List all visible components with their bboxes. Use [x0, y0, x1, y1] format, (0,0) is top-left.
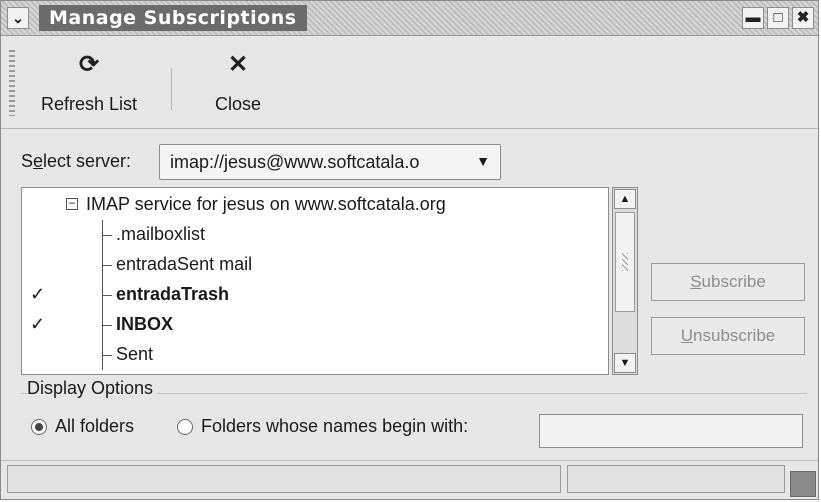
maximize-icon[interactable]: □	[767, 7, 789, 29]
select-server-label: Select server:	[21, 151, 131, 172]
server-dropdown[interactable]: imap://jesus@www.softcatala.o ▼	[159, 144, 501, 180]
select-server-label-pre: S	[21, 151, 34, 171]
close-button[interactable]: ✕ Close	[215, 50, 261, 115]
tree-row[interactable]: .mailboxlist	[22, 220, 608, 250]
tree-branch	[102, 295, 112, 296]
refresh-icon: ⟳	[78, 51, 100, 78]
resize-grip[interactable]	[790, 471, 816, 497]
subscribed-check-icon[interactable]: ✓	[30, 284, 45, 305]
toolbar-separator	[171, 68, 172, 110]
toolbar: ⟳ Refresh List ✕ Close	[1, 36, 818, 129]
status-panel-progress	[567, 465, 785, 493]
window-title: Manage Subscriptions	[39, 5, 307, 31]
toolbar-grip[interactable]	[9, 50, 15, 116]
select-server-label-post: lect server:	[43, 151, 132, 171]
collapse-icon[interactable]: −	[66, 197, 78, 210]
scroll-down-icon[interactable]: ▼	[614, 353, 636, 373]
status-bar	[1, 460, 818, 499]
folder-label: entradaTrash	[116, 284, 230, 304]
tree-row[interactable]: ✓ entradaTrash	[22, 280, 608, 310]
prefix-radio[interactable]	[177, 419, 193, 435]
tree-branch	[102, 265, 112, 266]
tree-branch	[102, 325, 112, 326]
folder-label: INBOX	[116, 314, 174, 334]
title-bar[interactable]: ⌄ Manage Subscriptions ▬ □ ✖	[1, 1, 818, 36]
scroll-thumb[interactable]	[615, 212, 635, 312]
subscribe-button[interactable]: Subscribe	[651, 263, 805, 301]
tree-root-row[interactable]: − IMAP service for jesus on www.softcata…	[22, 190, 608, 220]
subscribe-label: ubscribe	[701, 272, 766, 291]
tree-row[interactable]: Sent	[22, 340, 608, 370]
close-x-icon: ✕	[227, 51, 249, 78]
folder-label: entradaSent mail	[116, 254, 253, 274]
refresh-list-label: Refresh List	[41, 94, 138, 114]
folder-prefix-input[interactable]	[539, 414, 803, 448]
folder-tree[interactable]: − IMAP service for jesus on www.softcata…	[21, 187, 609, 375]
server-dropdown-value: imap://jesus@www.softcatala.o	[170, 152, 420, 172]
select-server-mnemonic: e	[33, 151, 44, 171]
unsubscribe-label: nsubscribe	[693, 326, 776, 345]
tree-root-label: IMAP service for jesus on www.softcatala…	[86, 194, 446, 214]
window-controls: ▬ □ ✖	[742, 7, 814, 29]
subscribed-check-icon[interactable]: ✓	[30, 314, 45, 335]
display-options-title: Display Options	[27, 378, 158, 399]
unsubscribe-mnemonic: U	[680, 326, 694, 345]
subscribe-mnemonic: S	[690, 272, 702, 291]
folder-label: .mailboxlist	[116, 224, 206, 244]
close-label: Close	[215, 94, 262, 114]
tree-row[interactable]: ✓ INBOX	[22, 310, 608, 340]
tree-branch	[102, 355, 112, 356]
all-folders-label[interactable]: All folders	[55, 416, 134, 437]
tree-branch	[102, 235, 112, 236]
minimize-icon[interactable]: ▬	[742, 7, 764, 29]
chevron-down-icon[interactable]: ⌄	[7, 7, 29, 29]
manage-subscriptions-window: ⌄ Manage Subscriptions ▬ □ ✖ ⟳ Refresh L…	[0, 0, 819, 500]
dropdown-arrow-icon[interactable]: ▼	[476, 153, 490, 169]
prefix-label[interactable]: Folders whose names begin with:	[201, 416, 468, 437]
tree-scrollbar[interactable]: ▲ ▼	[612, 187, 638, 375]
tree-row[interactable]: entradaSent mail	[22, 250, 608, 280]
all-folders-radio[interactable]	[31, 419, 47, 435]
folder-label: Sent	[116, 344, 154, 364]
scroll-up-icon[interactable]: ▲	[614, 189, 636, 209]
unsubscribe-button[interactable]: Unsubscribe	[651, 317, 805, 355]
close-icon[interactable]: ✖	[792, 7, 814, 29]
refresh-list-button[interactable]: ⟳ Refresh List	[41, 50, 137, 115]
status-panel-main	[7, 465, 561, 493]
